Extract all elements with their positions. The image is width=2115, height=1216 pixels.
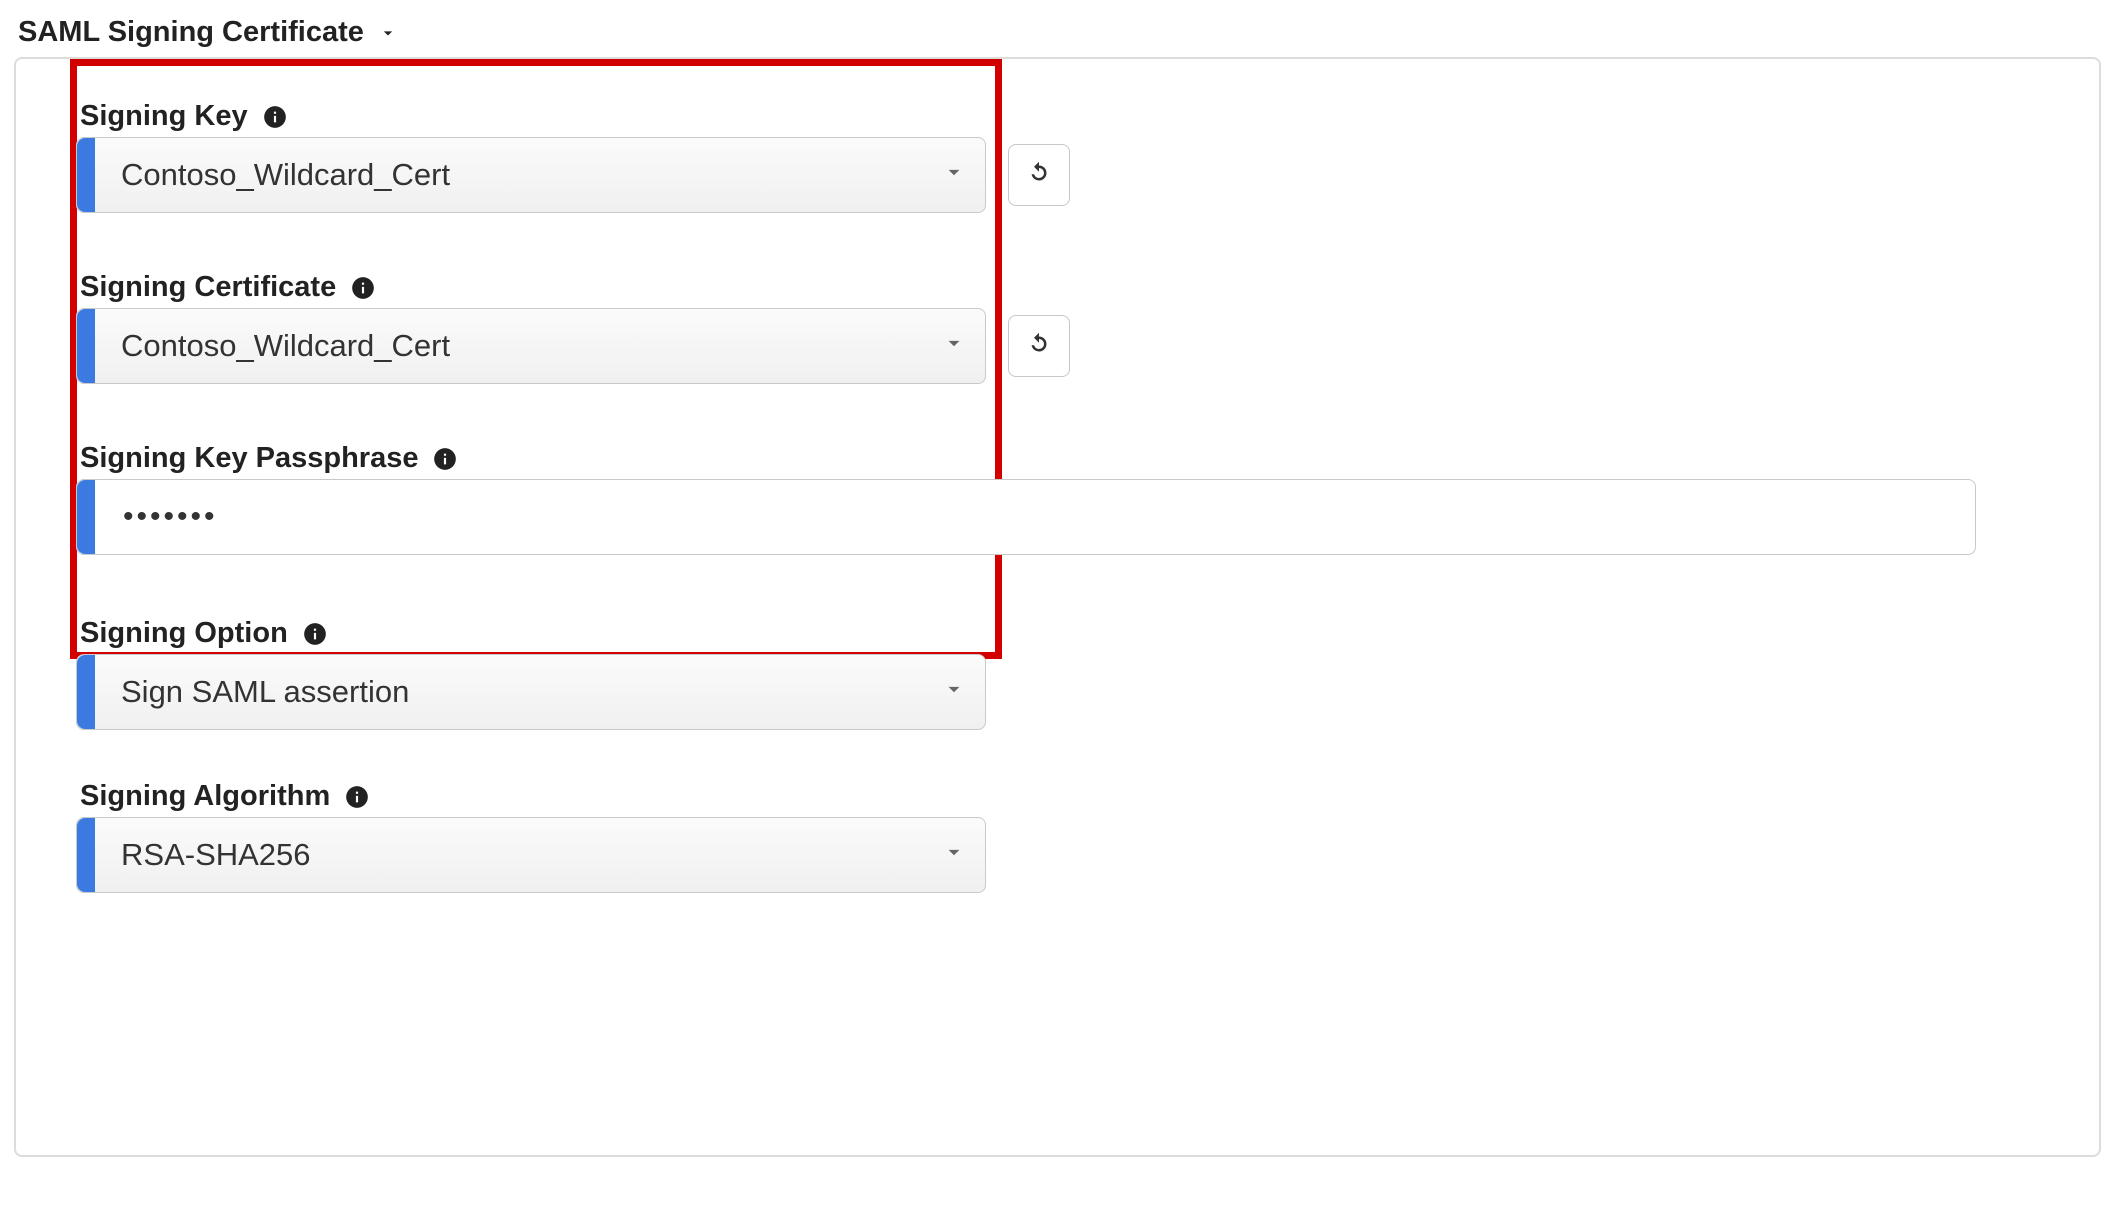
refresh-icon [1024,158,1054,193]
signing-key-label: Signing Key [80,100,248,133]
signing-certificate-select[interactable]: Contoso_Wildcard_Cert [76,308,986,384]
required-indicator [77,655,95,729]
signing-key-passphrase-label-row: Signing Key Passphrase [80,442,2039,475]
required-indicator [77,480,95,554]
info-icon[interactable] [262,104,288,130]
signing-algorithm-value: RSA-SHA256 [121,837,929,873]
panel-title-toggle[interactable]: SAML Signing Certificate [14,10,2101,57]
signing-algorithm-select[interactable]: RSA-SHA256 [76,817,986,893]
signing-option-value: Sign SAML assertion [121,674,929,710]
signing-key-passphrase-input[interactable] [121,499,1955,535]
chevron-down-icon [941,674,967,710]
refresh-icon [1024,329,1054,364]
signing-key-passphrase-label: Signing Key Passphrase [80,442,418,475]
required-indicator [77,309,95,383]
info-icon[interactable] [432,446,458,472]
chevron-down-icon [941,157,967,193]
signing-option-label: Signing Option [80,617,288,650]
info-icon[interactable] [344,784,370,810]
signing-option-label-row: Signing Option [80,617,2039,650]
chevron-down-icon [941,837,967,873]
required-indicator [77,818,95,892]
info-icon[interactable] [302,621,328,647]
signing-option-select[interactable]: Sign SAML assertion [76,654,986,730]
signing-certificate-refresh-button[interactable] [1008,315,1070,377]
signing-key-label-row: Signing Key [80,100,2039,133]
signing-certificate-value: Contoso_Wildcard_Cert [121,328,929,364]
signing-key-value: Contoso_Wildcard_Cert [121,157,929,193]
signing-certificate-label: Signing Certificate [80,271,336,304]
panel-frame: Signing Key Contoso_Wildcard_Cert [14,57,2101,1157]
panel-title-text: SAML Signing Certificate [18,16,364,49]
signing-algorithm-label: Signing Algorithm [80,780,330,813]
signing-key-passphrase-field [76,479,1976,555]
chevron-down-icon [941,328,967,364]
info-icon[interactable] [350,275,376,301]
signing-key-refresh-button[interactable] [1008,144,1070,206]
signing-certificate-label-row: Signing Certificate [80,271,2039,304]
chevron-down-icon [378,18,398,51]
signing-algorithm-label-row: Signing Algorithm [80,780,2039,813]
signing-key-select[interactable]: Contoso_Wildcard_Cert [76,137,986,213]
required-indicator [77,138,95,212]
